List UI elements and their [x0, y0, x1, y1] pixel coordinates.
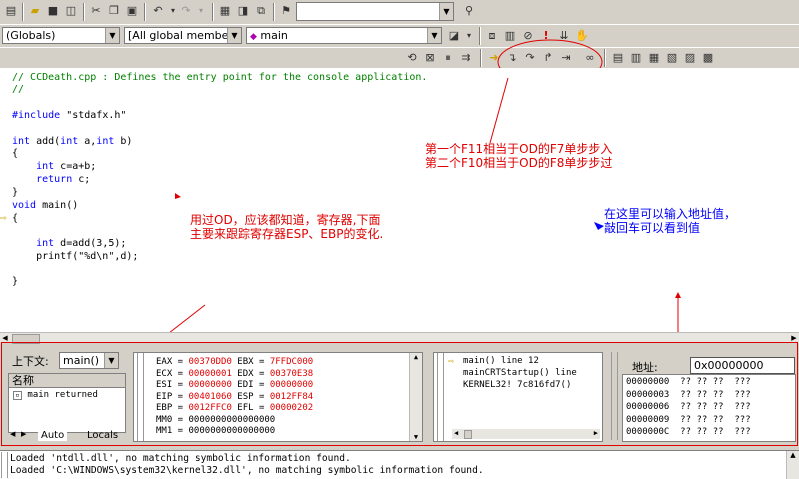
register-value: 0000000000000000 — [188, 426, 276, 436]
register-name: EAX = — [156, 357, 189, 367]
register-value: 00000000 — [269, 380, 314, 390]
register-value: 00000202 — [269, 403, 314, 413]
register-line: ESI = 00000000 EDI = 00000000 — [156, 379, 313, 391]
address-input[interactable]: 0x00000000 — [690, 357, 795, 374]
register-value: 00370DD0 — [188, 357, 232, 367]
scroll-down-icon[interactable]: ▼ — [410, 433, 422, 441]
register-name: EFL = — [231, 403, 270, 413]
register-value: 7FFDC000 — [269, 357, 314, 367]
name-column-header[interactable]: 名称 — [9, 374, 125, 388]
register-line: EAX = 00370DD0 EBX = 7FFDC000 — [156, 356, 313, 368]
context-combo[interactable]: main() ▼ — [59, 352, 119, 369]
memory-row: 00000003 ?? ?? ?? ??? — [626, 389, 751, 400]
pane-grip[interactable] — [437, 353, 444, 441]
variables-list: 名称 ▫ main returned — [8, 373, 126, 433]
register-value: 0012FFC0 — [188, 403, 232, 413]
output-scrollbar[interactable]: ▲ — [786, 451, 799, 479]
register-name: ESP = — [231, 391, 270, 402]
callstack-item[interactable]: mainCRTStartup() line — [463, 368, 577, 378]
scroll-up-icon[interactable]: ▲ — [410, 353, 422, 361]
expand-icon[interactable]: ▫ — [13, 391, 22, 400]
register-line: EIP = 00401060 ESP = 0012FF84 — [156, 391, 313, 403]
register-value: 00370E38 — [269, 368, 314, 379]
register-name: EDI = — [231, 380, 270, 390]
pane-grip[interactable] — [611, 352, 618, 440]
register-name: EBP = — [156, 403, 189, 413]
memory-row: 00000006 ?? ?? ?? ??? — [626, 402, 751, 412]
chevron-down-icon[interactable]: ▼ — [104, 353, 118, 368]
register-name: ESI = — [156, 380, 189, 390]
tab-scroll-right-icon[interactable]: ▶ — [21, 430, 26, 438]
context-label: 上下文: — [12, 355, 49, 368]
register-name: EBX = — [231, 357, 270, 367]
scroll-up-icon[interactable]: ▲ — [787, 451, 799, 459]
memory-row: 00000000 ?? ?? ?? ??? — [626, 377, 751, 387]
pane-grip[interactable] — [137, 353, 144, 441]
memory-pane: 地址: 0x00000000 00000000 ?? ?? ?? ??? 0000… — [608, 352, 798, 442]
register-value: 0000000000000000 — [188, 414, 276, 425]
variables-pane: 上下文: main() ▼ 名称 ▫ main returned ◀ ▶ Aut… — [4, 345, 128, 445]
register-name: EIP = — [156, 391, 189, 402]
output-pane: Loaded 'ntdll.dll', no matching symbolic… — [0, 450, 799, 479]
register-line: ECX = 00000001 EDX = 00370E38 — [156, 368, 313, 380]
output-line: Loaded 'C:\WINDOWS\system32\kernel32.dll… — [10, 465, 484, 476]
callstack-item[interactable]: KERNEL32! 7c816fd7() — [463, 380, 571, 390]
register-name: ECX = — [156, 368, 189, 379]
register-value: 0012FF84 — [269, 391, 314, 402]
register-line: MM1 = 0000000000000000 — [156, 425, 275, 437]
register-line: EBP = 0012FFC0 EFL = 00000202 — [156, 402, 313, 414]
context-value: main() — [63, 354, 100, 367]
callstack-item[interactable]: main() line 12 — [463, 356, 539, 366]
tab-auto[interactable]: Auto — [38, 430, 68, 441]
scroll-thumb[interactable] — [464, 430, 472, 439]
current-frame-arrow-icon: ⇨ — [448, 356, 455, 367]
register-value: 00401060 — [188, 391, 232, 402]
scroll-right-icon[interactable]: ▶ — [594, 429, 598, 437]
memory-row: 0000000C ?? ?? ?? ??? — [626, 427, 751, 437]
tab-locals[interactable]: Locals — [84, 430, 121, 441]
callstack-pane: ⇨ main() line 12 mainCRTStartup() line K… — [433, 352, 603, 442]
registers-scrollbar[interactable]: ▲ ▼ — [409, 353, 422, 441]
callstack-hscrollbar[interactable]: ◀ ▶ — [452, 429, 600, 439]
register-name: MM1 = — [156, 426, 189, 436]
register-value: 00000001 — [188, 368, 232, 379]
variables-row-text: main returned — [27, 390, 98, 400]
memory-row: 00000009 ?? ?? ?? ??? — [626, 414, 751, 425]
tab-scroll-left-icon[interactable]: ◀ — [10, 430, 15, 438]
register-name: EDX = — [231, 368, 270, 379]
memory-dump: 00000000 ?? ?? ?? ??? 00000003 ?? ?? ?? ?… — [622, 374, 796, 442]
variables-tabs: ◀ ▶ Auto Locals — [8, 430, 126, 442]
register-line: MM0 = 0000000000000000 — [156, 414, 275, 426]
pane-grip[interactable] — [1, 452, 8, 478]
register-value: 00000000 — [188, 380, 232, 390]
output-line: Loaded 'ntdll.dll', no matching symbolic… — [10, 453, 351, 464]
variables-row[interactable]: ▫ main returned — [13, 390, 98, 400]
scroll-left-icon[interactable]: ◀ — [454, 429, 458, 437]
registers-pane: EAX = 00370DD0 EBX = 7FFDC000 ECX = 00000… — [133, 352, 423, 442]
address-label: 地址: — [632, 361, 658, 374]
register-name: MM0 = — [156, 414, 189, 425]
